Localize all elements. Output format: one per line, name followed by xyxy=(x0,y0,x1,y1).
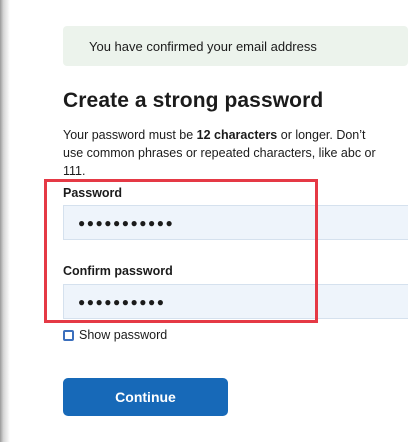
success-alert: You have confirmed your email address xyxy=(63,26,408,66)
password-value: ●●●●●●●●●●● xyxy=(78,215,175,230)
page-title: Create a strong password xyxy=(63,89,324,112)
show-password-label: Show password xyxy=(79,328,168,342)
intro-text-prefix: Your password must be xyxy=(63,128,197,142)
continue-button[interactable]: Continue xyxy=(63,378,228,416)
intro-text-bold: 12 characters xyxy=(196,128,278,142)
confirm-password-value: ●●●●●●●●●● xyxy=(78,294,166,309)
window-edge-shadow xyxy=(0,0,10,442)
show-password-checkbox[interactable] xyxy=(63,329,74,341)
show-password-option[interactable]: Show password xyxy=(63,328,167,342)
password-requirements: Your password must be 12 characters or l… xyxy=(63,126,383,180)
confirm-password-label: Confirm password xyxy=(63,264,173,278)
confirm-password-input[interactable]: ●●●●●●●●●● xyxy=(63,284,408,319)
password-input[interactable]: ●●●●●●●●●●● xyxy=(63,205,408,240)
password-label: Password xyxy=(63,186,123,200)
alert-message: You have confirmed your email address xyxy=(89,38,317,54)
